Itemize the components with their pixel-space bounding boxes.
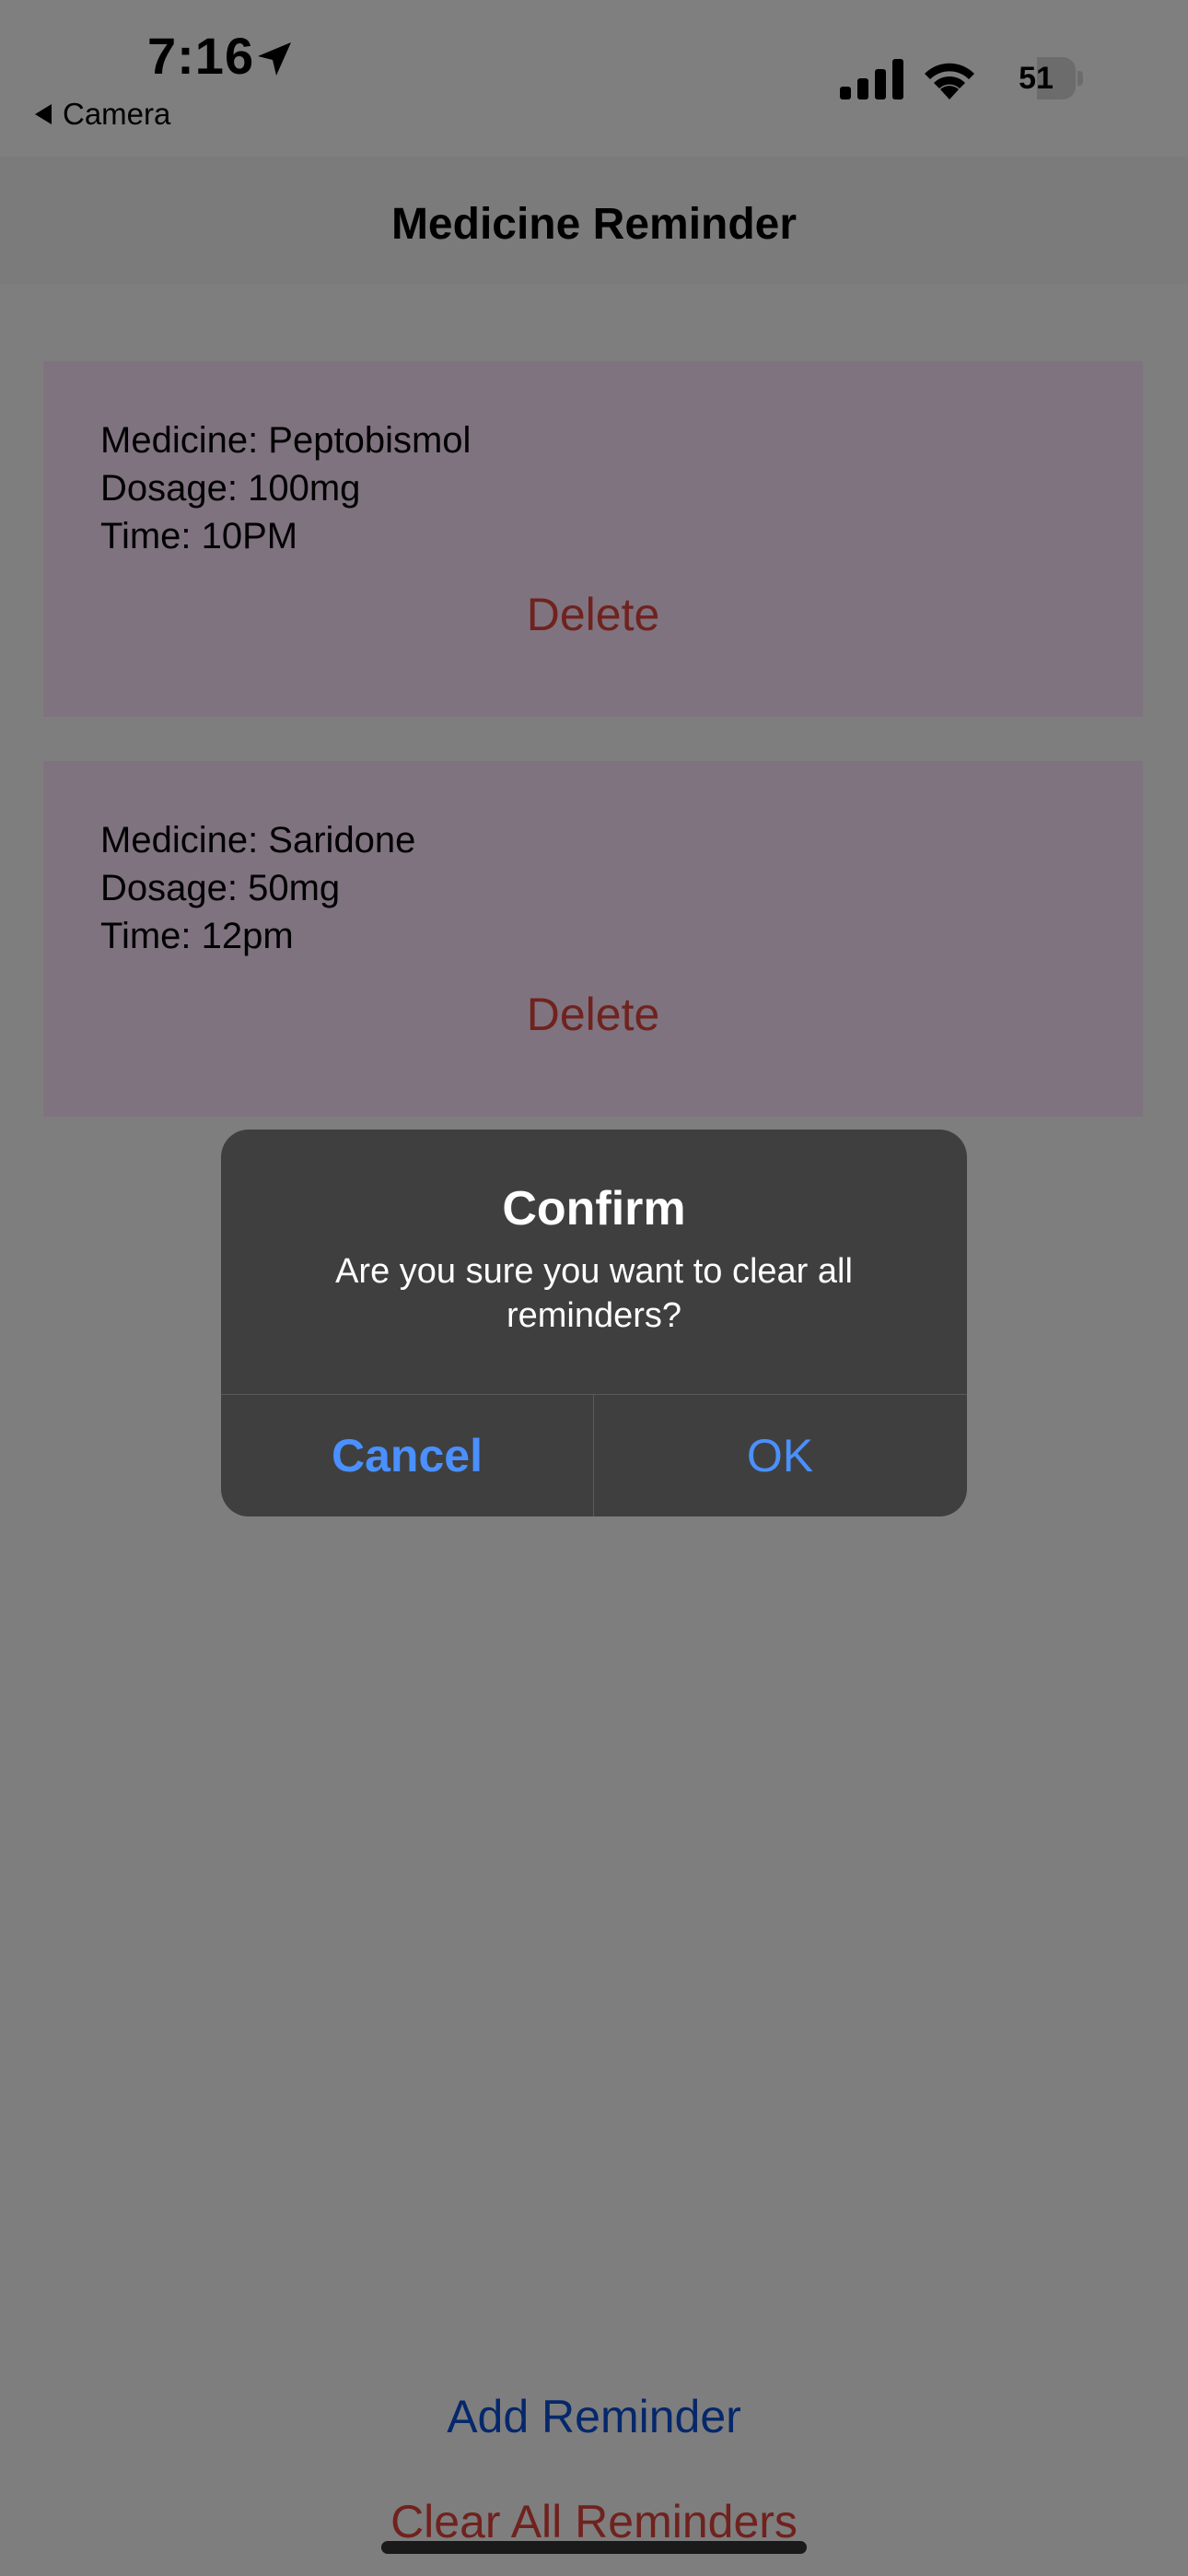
cancel-button[interactable]: Cancel [221, 1395, 593, 1516]
alert-message: Are you sure you want to clear all remin… [335, 1252, 853, 1335]
ok-button[interactable]: OK [594, 1395, 966, 1516]
home-indicator [381, 2541, 807, 2554]
alert-title: Confirm [502, 1182, 686, 1235]
app-screen: 7:16 Camera 51 Medicine Reminder Medicin… [0, 0, 1188, 2576]
confirm-alert: Confirm Are you sure you want to clear a… [221, 1130, 967, 1516]
